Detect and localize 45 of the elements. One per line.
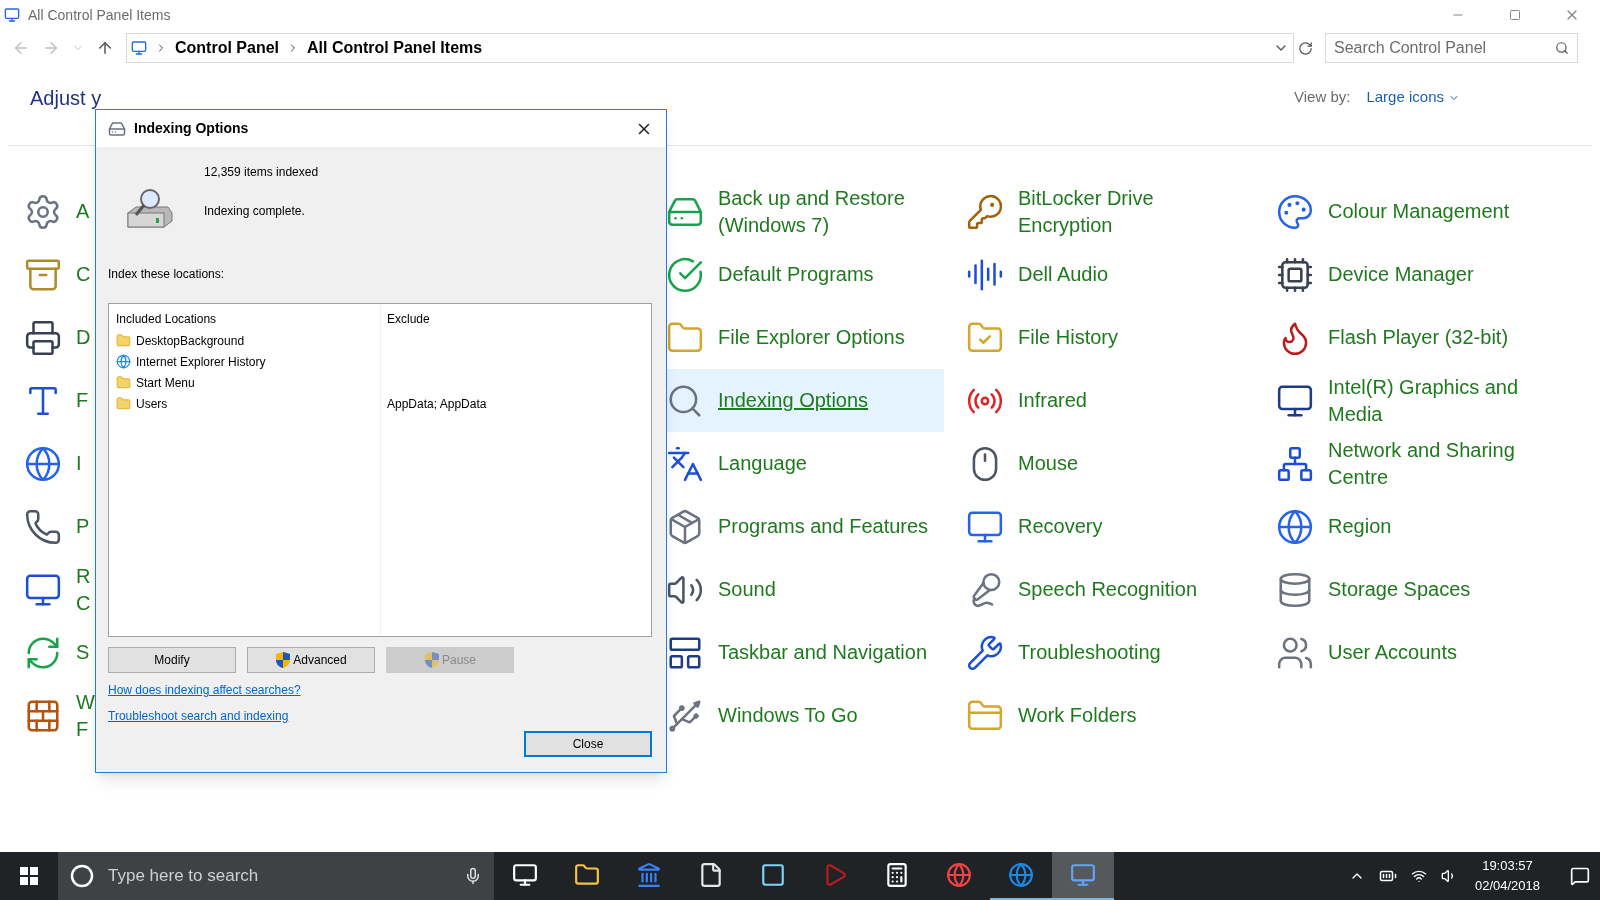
applet-label: File Explorer Options [718,325,905,350]
locations-label: Index these locations: [108,266,226,283]
items-indexed-count: 12,359 items indexed [204,164,319,181]
applet-label: BitLocker Drive Encryption [1018,185,1155,238]
applet-label: Default Programs [718,262,874,287]
applet-label: C [76,262,91,287]
applet-label: Taskbar and Navigation [718,640,927,665]
applet-label: S [76,640,90,665]
applet-label: Dell Audio [1018,262,1109,287]
applet-label: Device Manager [1328,262,1474,287]
excluded-folders: AppData; AppData [387,395,487,413]
indexing-status: Indexing complete. [204,203,306,220]
applet-label: Colour Management [1328,199,1510,224]
applet-label: Infrared [1018,388,1087,413]
applet-label: I [76,451,82,476]
page-heading: Adjust y [30,86,102,109]
applet-label: Mouse [1018,451,1079,476]
applet-label: Intel(R) Graphics and Media [1328,374,1520,427]
applet-label: User Accounts [1328,640,1457,665]
applet-label: Language [718,451,807,476]
applet-label: A [76,199,90,224]
taskbar-search-placeholder: Type here to search [108,865,259,888]
view-by-label: View by: [1294,87,1351,108]
dialog-title: Indexing Options [134,119,249,138]
applet-label: Windows To Go [718,703,858,728]
applet-label: Flash Player (32-bit) [1328,325,1509,350]
applet-label: D [76,325,91,350]
applet-label: R C [76,563,92,616]
window-title: All Control Panel Items [28,5,171,25]
applet-label: P [76,514,90,539]
search-placeholder: Search Control Panel [1334,38,1487,58]
applet-label: F [76,388,89,413]
applet-label: Speech Recognition [1018,577,1197,602]
applet-label: Programs and Features [718,514,929,539]
applet-label: W F [76,689,96,742]
applet-label: Indexing Options [718,388,869,413]
applet-label: File History [1018,325,1118,350]
applet-label: Recovery [1018,514,1103,539]
applet-label: Network and Sharing Centre [1328,437,1516,490]
applet-label: Region [1328,514,1392,539]
applet-label: Back up and Restore (Windows 7) [718,185,906,238]
applet-label: Work Folders [1018,703,1137,728]
applet-label: Troubleshooting [1018,640,1161,665]
applet-label: Storage Spaces [1328,577,1471,602]
applet-label: Sound [718,577,776,602]
